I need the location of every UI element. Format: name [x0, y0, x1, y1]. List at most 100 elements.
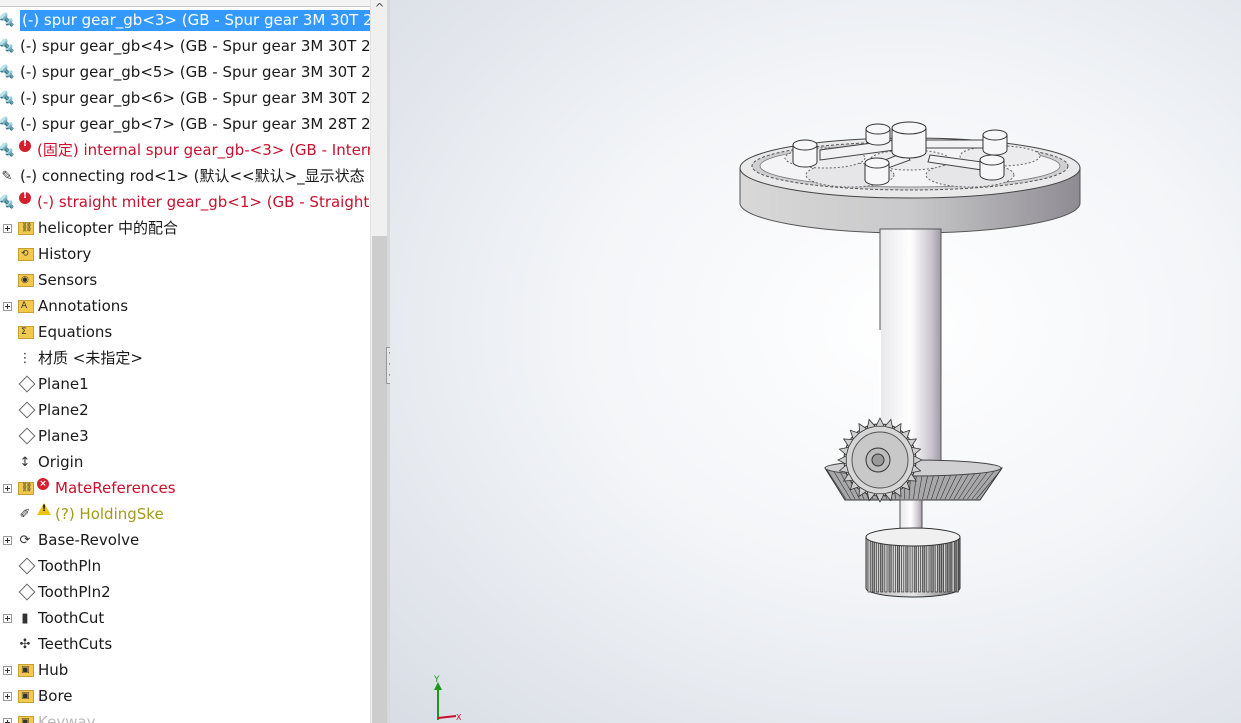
plane-icon: [18, 427, 36, 445]
helicopter-gear-assembly-model[interactable]: Y X: [390, 0, 1241, 723]
tree-item-label: Bore: [38, 687, 73, 705]
tree-item-label: TeethCuts: [38, 635, 113, 653]
tree-item-label: Keyway: [38, 713, 96, 723]
tree-item[interactable]: ToothPln2: [0, 580, 370, 606]
material-icon: ⋮: [18, 351, 32, 366]
tree-item-label: (固定) internal spur gear_gb-<3> (GB - Int…: [37, 141, 370, 159]
tree-item[interactable]: 🔩 (-) straight miter gear_gb<1> (GB - Str…: [0, 190, 370, 216]
tree-item[interactable]: ⛓ helicopter 中的配合: [0, 216, 370, 242]
scrollbar-thumb[interactable]: [372, 236, 387, 723]
tree-item-label: MateReferences: [55, 479, 176, 497]
tree-item[interactable]: ◉ Sensors: [0, 268, 370, 294]
tree-item[interactable]: ▣ Keyway: [0, 710, 370, 723]
expand-toggle-icon[interactable]: [3, 692, 12, 701]
tree-item[interactable]: 🔩 (固定) internal spur gear_gb-<3> (GB - In…: [0, 138, 370, 164]
feature-manager-tree: 🔩 (-) spur gear_gb<3> (GB - Spur gear 3M …: [0, 0, 370, 723]
tree-item[interactable]: Plane2: [0, 398, 370, 424]
sensors-folder-icon: ◉: [18, 274, 34, 287]
tree-item-label: (-) spur gear_gb<4> (GB - Spur gear 3M 3…: [20, 37, 370, 55]
mate-references-icon: ⛓: [18, 482, 34, 495]
scroll-up-arrow-icon[interactable]: ^: [371, 0, 388, 17]
tree-item[interactable]: ⛓ × MateReferences: [0, 476, 370, 502]
tree-item-label: Plane1: [38, 375, 89, 393]
tree-top-border: [0, 0, 370, 7]
error-icon: ×: [37, 478, 49, 490]
tree-item-label: (-) connecting rod<1> (默认<<默认>_显示状态 1>: [20, 167, 370, 185]
tree-item-label: Plane3: [38, 427, 89, 445]
graphics-viewport[interactable]: Y X: [390, 0, 1241, 723]
tree-item-label: ToothPln2: [38, 583, 111, 601]
equations-folder-icon: Σ: [18, 326, 34, 339]
expand-toggle-icon[interactable]: [3, 614, 12, 623]
tree-item-label: (?) HoldingSke: [55, 505, 164, 523]
axis-y-label: Y: [433, 675, 440, 685]
expand-toggle-icon[interactable]: [3, 484, 12, 493]
tree-item[interactable]: ✐ (?) HoldingSke: [0, 502, 370, 528]
tree-item[interactable]: 🔩 (-) spur gear_gb<5> (GB - Spur gear 3M …: [0, 60, 370, 86]
history-folder-icon: ⟲: [18, 248, 34, 261]
error-icon: [19, 190, 31, 204]
plane-icon: [18, 401, 36, 419]
tree-item[interactable]: A Annotations: [0, 294, 370, 320]
expand-toggle-icon[interactable]: [3, 224, 12, 233]
rod-icon: ✎: [1, 169, 13, 184]
tree-item[interactable]: ▮ ToothCut: [0, 606, 370, 632]
tree-item-label: Equations: [38, 323, 113, 341]
mates-folder-icon: ⛓: [18, 222, 34, 235]
warning-icon: [37, 503, 51, 515]
tree-item[interactable]: ▣ Hub: [0, 658, 370, 684]
tree-item-label: (-) spur gear_gb<3> (GB - Spur gear 3M 3…: [20, 10, 370, 31]
tree-item[interactable]: Plane1: [0, 372, 370, 398]
tree-item-label: (-) spur gear_gb<6> (GB - Spur gear 3M 3…: [20, 89, 370, 107]
tree-item[interactable]: ✎ (-) connecting rod<1> (默认<<默认>_显示状态 1>: [0, 164, 370, 190]
component-icon: 🔩: [0, 13, 16, 28]
tree-item[interactable]: 🔩 (-) spur gear_gb<4> (GB - Spur gear 3M …: [0, 34, 370, 60]
tree-item-label: (-) straight miter gear_gb<1> (GB - Stra…: [37, 193, 370, 211]
feature-folder-icon: ▣: [18, 664, 34, 677]
expand-toggle-icon[interactable]: [3, 666, 12, 675]
pattern-icon: ✣: [19, 637, 31, 652]
origin-icon: ↕: [19, 455, 31, 470]
tree-item[interactable]: ⋮ 材质 <未指定>: [0, 346, 370, 372]
bottom-spur-gear[interactable]: [865, 527, 961, 598]
tree-item[interactable]: ⟲ History: [0, 242, 370, 268]
component-icon: 🔩: [0, 195, 16, 210]
tree-item[interactable]: ✣ TeethCuts: [0, 632, 370, 658]
annotations-folder-icon: A: [18, 300, 34, 313]
component-icon: 🔩: [0, 117, 16, 132]
tree-item[interactable]: ToothPln: [0, 554, 370, 580]
tree-item[interactable]: Σ Equations: [0, 320, 370, 346]
tree-item[interactable]: Plane3: [0, 424, 370, 450]
feature-folder-icon: ▣: [18, 716, 34, 723]
tree-item-label: ToothPln: [38, 557, 102, 575]
tree-item[interactable]: ▣ Bore: [0, 684, 370, 710]
tree-item-label: ToothCut: [38, 609, 105, 627]
component-icon: 🔩: [0, 91, 16, 106]
expand-toggle-icon[interactable]: [3, 536, 12, 545]
tree-item[interactable]: 🔩 (-) spur gear_gb<7> (GB - Spur gear 3M …: [0, 112, 370, 138]
pinion-gear[interactable]: [837, 417, 923, 503]
tree-item-label: (-) spur gear_gb<5> (GB - Spur gear 3M 3…: [20, 63, 370, 81]
tree-item-label: Sensors: [38, 271, 98, 289]
expand-toggle-icon[interactable]: [3, 718, 12, 723]
tree-item[interactable]: ⟳ Base-Revolve: [0, 528, 370, 554]
feature-folder-icon: ▣: [18, 690, 34, 703]
tree-item-label: Base-Revolve: [38, 531, 140, 549]
expand-toggle-icon[interactable]: [3, 302, 12, 311]
plane-icon: [18, 583, 36, 601]
plane-icon: [18, 375, 36, 393]
component-icon: 🔩: [0, 65, 16, 80]
tree-item-label: (-) spur gear_gb<7> (GB - Spur gear 3M 2…: [20, 115, 370, 133]
tree-item-label: Origin: [38, 453, 84, 471]
component-icon: 🔩: [0, 39, 16, 54]
axis-x-label: X: [456, 713, 462, 722]
tree-item[interactable]: 🔩 (-) spur gear_gb<6> (GB - Spur gear 3M …: [0, 86, 370, 112]
tree-item-label: Annotations: [38, 297, 129, 315]
tree-item[interactable]: 🔩 (-) spur gear_gb<3> (GB - Spur gear 3M …: [0, 8, 370, 34]
tree-item[interactable]: ↕ Origin: [0, 450, 370, 476]
revolve-icon: ⟳: [19, 533, 31, 548]
tree-item-label: History: [38, 245, 92, 263]
tree-item-label: 材质 <未指定>: [38, 349, 143, 367]
sketch-icon: ✐: [19, 507, 31, 522]
tree-item-label: Plane2: [38, 401, 89, 419]
